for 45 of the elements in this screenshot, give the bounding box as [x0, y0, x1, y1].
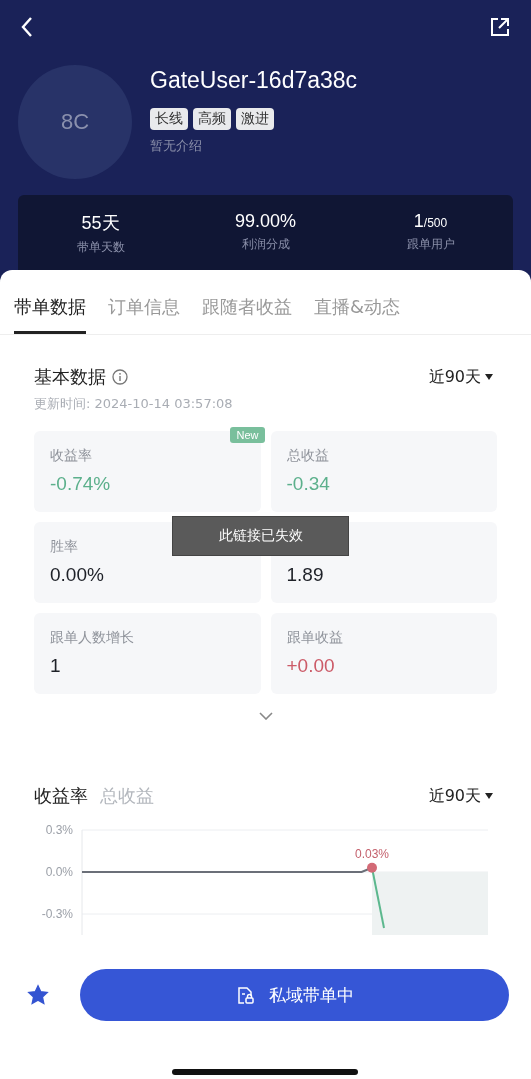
card-label: 胜率 [50, 538, 79, 556]
avatar: 8C [18, 65, 132, 179]
document-lock-icon [235, 985, 255, 1005]
axis-label: 0.3% [45, 823, 73, 837]
card-value: 1 [50, 655, 62, 677]
card-label: 跟单人数增长 [50, 629, 135, 647]
data-point [367, 862, 377, 873]
card-value: 0.00% [50, 564, 105, 586]
stat-label: 跟单用户 [405, 236, 456, 253]
chart-tab[interactable]: 收益率 [34, 784, 88, 808]
stat-label: 利润分成 [240, 236, 291, 253]
star-icon[interactable] [27, 984, 49, 1006]
bio-text: 暂无介绍 [150, 137, 203, 155]
card-value: 1.89 [286, 564, 325, 586]
chevron-down-icon[interactable] [258, 712, 273, 720]
stat-label: 带单天数 [75, 239, 126, 256]
info-icon[interactable] [112, 369, 128, 385]
tag: 激进 [236, 108, 274, 130]
card-value: +0.00 [286, 655, 336, 677]
stat-value: 1/500 [412, 211, 449, 232]
card-value: -0.74% [50, 473, 112, 495]
period-dropdown[interactable]: 近90天 [428, 785, 497, 807]
stat-value: 99.00% [233, 211, 298, 232]
private-copy-button[interactable]: 私域带单中 [80, 969, 509, 1021]
update-time: 更新时间: 2024-10-14 03:57:08 [34, 395, 234, 413]
data-label: 0.03% [355, 846, 389, 861]
axis-label: 0.0% [45, 865, 73, 879]
new-badge: New [230, 427, 265, 443]
card-label: 总收益 [286, 447, 330, 465]
section-title: 基本数据 [34, 365, 106, 389]
toast-message: 此链接已失效 [172, 516, 349, 556]
user-name: GateUser-16d7a38c [150, 67, 358, 94]
card-label: 收益率 [50, 447, 93, 465]
card-value: -0.34 [286, 473, 331, 495]
back-icon[interactable] [20, 16, 34, 38]
stat-value: 55天 [80, 212, 121, 235]
card-label: 跟单收益 [286, 629, 344, 647]
share-icon[interactable] [490, 17, 510, 37]
tag: 高频 [193, 108, 231, 130]
caret-icon [485, 793, 493, 799]
tab[interactable]: 带单数据 [14, 295, 86, 334]
period-dropdown[interactable]: 近90天 [428, 366, 497, 388]
caret-icon [485, 374, 493, 380]
axis-label: -0.3% [41, 907, 73, 921]
tag: 长线 [150, 108, 188, 130]
